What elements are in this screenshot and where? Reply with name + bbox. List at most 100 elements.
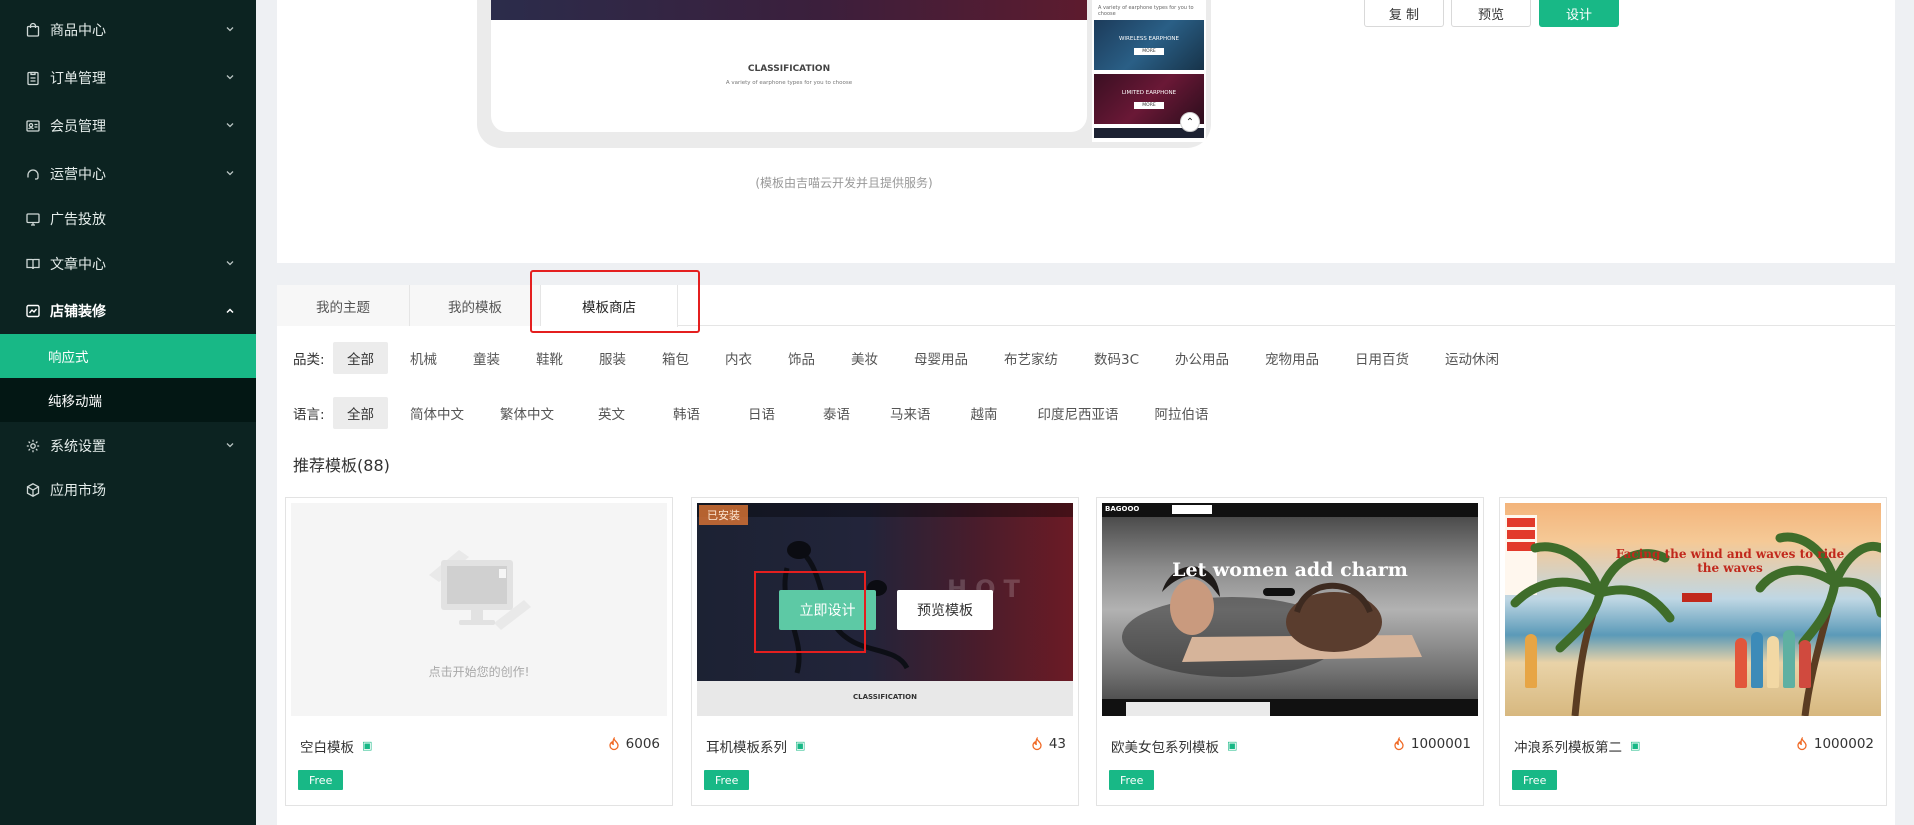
language-chip[interactable]: 越南 [953,397,1016,429]
gear-icon [25,438,41,454]
template-thumbnail[interactable]: 点击开始您的创作! [291,503,667,716]
sidebar-item-members[interactable]: 会员管理 [0,102,256,150]
fire-icon [1032,737,1042,751]
free-badge: Free [298,770,344,790]
sidebar-item-label: 商品中心 [50,23,106,39]
chevron-down-icon [226,27,234,32]
template-name: 欧美女包系列模板 ▣ [1111,736,1239,757]
sidebar-item-label: 会员管理 [50,119,106,135]
book-icon [25,256,41,272]
preview-button[interactable]: 预览 [1451,0,1531,27]
preview-card-title: LIMITED EARPHONE [1121,89,1177,96]
language-chip[interactable]: 马来语 [876,397,945,429]
back-to-top-icon[interactable]: ⌃ [1180,112,1200,132]
language-chip[interactable]: 繁体中文 [486,397,568,429]
category-chip[interactable]: 饰品 [774,342,829,374]
monitor-icon [25,211,41,227]
preview-card-button: MORE [1134,101,1164,109]
thumb-cta-button [1682,593,1712,602]
copy-button[interactable]: 复 制 [1364,0,1444,27]
language-chip[interactable]: 阿拉伯语 [1141,397,1223,429]
category-chip[interactable]: 数码3C [1080,342,1153,374]
fire-icon [1394,737,1404,751]
category-chip[interactable]: 宠物用品 [1251,342,1333,374]
thumb-navbar: BAGOOO [1102,503,1478,517]
category-chip[interactable]: 美妆 [837,342,892,374]
category-chip[interactable]: 箱包 [648,342,703,374]
sidebar-subitem-mobile-only[interactable]: 纯移动端 [0,378,256,422]
category-chip[interactable]: 机械 [396,342,451,374]
language-chip[interactable]: 简体中文 [396,397,478,429]
category-chip[interactable]: 鞋靴 [522,342,577,374]
theme-preview-mobile: A variety of earphone types for you to c… [1092,0,1206,142]
category-chip[interactable]: 运动休闲 [1431,342,1513,374]
template-card-handbag[interactable]: BAGOOO Let women add charm 欧美女包系列模板 ▣ 10… [1096,497,1484,806]
tab-template-store[interactable]: 模板商店 [541,285,678,327]
template-card-blank[interactable]: 点击开始您的创作! 空白模板 ▣ 6006 Free [285,497,673,806]
preview-template-button[interactable]: 预览模板 [897,590,993,630]
language-chip[interactable]: 韩语 [655,397,718,429]
surfboard [1767,636,1779,688]
recommended-count: (88) [357,456,390,475]
category-chip[interactable]: 服装 [585,342,640,374]
sidebar-item-operations[interactable]: 运营中心 [0,150,256,198]
sidebar-item-settings[interactable]: 系统设置 [0,422,256,470]
thumb-headline: Let women add charm [1172,559,1408,581]
recommended-title: 推荐模板(88) [293,452,390,476]
category-chip[interactable]: 母婴用品 [900,342,982,374]
recommended-title-text: 推荐模板 [293,456,358,475]
preview-section-subtitle: A variety of earphone types for you to c… [725,80,853,86]
language-chip[interactable]: 全部 [333,397,388,429]
mobile-compatible-icon: ▣ [1227,739,1238,752]
thumb-footer: CLASSIFICATION [697,681,1073,716]
language-chip[interactable]: 英文 [576,397,647,429]
preview-hero-banner [491,0,1087,20]
sidebar-subitem-responsive[interactable]: 响应式 [0,334,256,378]
category-chip[interactable]: 童装 [459,342,514,374]
sidebar-item-label: 应用市场 [50,483,106,499]
sidebar-item-ads[interactable]: 广告投放 [0,198,256,240]
thumb-headline: Facing the wind and waves to ride the wa… [1615,547,1845,575]
sidebar: 商品中心 订单管理 会员管理 运营中心 广告投放 文章中心 店铺装修 响应式 纯… [0,0,256,825]
template-usage-count: 1000001 [1392,736,1471,752]
language-filter-label: 语言: [293,407,325,423]
language-chip[interactable]: 泰语 [805,397,868,429]
design-button[interactable]: 设计 [1539,0,1619,27]
sidebar-item-products[interactable]: 商品中心 [0,6,256,54]
sidebar-item-orders[interactable]: 订单管理 [0,54,256,102]
tab-my-templates[interactable]: 我的模板 [410,285,541,326]
category-chip[interactable]: 布艺家纺 [990,342,1072,374]
thumb-nav-highlight [1172,505,1212,514]
usage-count-value: 1000001 [1410,736,1471,752]
usage-count-value: 43 [1048,736,1066,752]
category-chip[interactable]: 日用百货 [1341,342,1423,374]
chevron-up-icon [226,308,234,314]
language-chip[interactable]: 日语 [726,397,797,429]
sidebar-item-shop-decor[interactable]: 店铺装修 [0,288,256,334]
template-thumbnail[interactable]: 已安装 HOT CLASSIFICATION 立即设计 预览模板 [697,503,1073,716]
sidebar-item-articles[interactable]: 文章中心 [0,240,256,288]
category-chip[interactable]: 全部 [333,342,388,374]
preview-side-caption: A variety of earphone types for you to c… [1098,5,1194,17]
cube-icon [25,482,41,498]
category-chip[interactable]: 办公用品 [1161,342,1243,374]
template-card-earphone[interactable]: 已安装 HOT CLASSIFICATION 立即设计 预览模板 耳机模板系列 … [691,497,1079,806]
chevron-down-icon [226,261,234,266]
free-badge: Free [704,770,750,790]
shopping-bag-icon [25,22,41,38]
template-card-surf[interactable]: Facing the wind and waves to ride the wa… [1499,497,1887,806]
template-thumbnail[interactable]: BAGOOO Let women add charm [1102,503,1478,716]
sidebar-item-app-market[interactable]: 应用市场 [0,470,256,510]
mobile-compatible-icon: ▣ [1630,739,1641,752]
tab-bar: 我的主题 我的模板 模板商店 [277,285,1895,327]
sidebar-item-label: 系统设置 [50,439,106,455]
thumb-brand: BAGOOO [1105,505,1140,513]
theme-preview-page: CLASSIFICATION A variety of earphone typ… [491,0,1087,132]
category-chip[interactable]: 内衣 [711,342,766,374]
template-thumbnail[interactable]: Facing the wind and waves to ride the wa… [1505,503,1881,716]
tab-my-themes[interactable]: 我的主题 [277,285,410,326]
template-name: 耳机模板系列 ▣ [706,736,807,757]
language-chip[interactable]: 印度尼西亚语 [1024,397,1133,429]
theme-preview-frame: CLASSIFICATION A variety of earphone typ… [477,0,1211,148]
shop-decor-icon [25,303,41,319]
